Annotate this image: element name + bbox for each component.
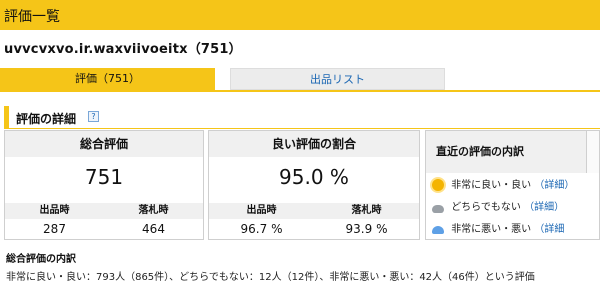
overall-rating-box: 総合評価 751 出品時 287 落札時 464 (4, 130, 204, 240)
details-link[interactable]: （詳細 (534, 224, 564, 235)
page-header: 評価一覧 (0, 0, 600, 30)
section-divider (4, 128, 600, 129)
tab-bar: 評価（751） 出品リスト (0, 68, 600, 90)
recent-row-neutral: どちらでもない （詳細） (432, 199, 597, 217)
good-ratio-heading: 良い評価の割合 (209, 131, 419, 157)
good-ratio-box: 良い評価の割合 95.0 % 出品時 96.7 % 落札時 93.9 % (208, 130, 420, 240)
recent-row-label: 非常に悪い・悪い (451, 224, 532, 235)
seller-value: 287 (43, 222, 66, 236)
help-icon[interactable]: ? (88, 111, 99, 122)
tab-underline (0, 90, 600, 92)
seller-value: 96.7 % (240, 222, 283, 236)
summary-text: 非常に良い・良い：793人（865件）、どちらでもない：12人（12件）、非常に… (6, 272, 535, 283)
summary-title: 総合評価の内訳 (6, 254, 76, 265)
good-ratio-seller: 出品時 96.7 % (209, 203, 314, 239)
buyer-label: 落札時 (104, 203, 203, 219)
cloud-icon (432, 205, 444, 213)
overall-rating-seller: 出品時 287 (5, 203, 104, 239)
overall-rating-heading: 総合評価 (5, 131, 203, 157)
page-title: 評価一覧 (4, 9, 60, 25)
details-link[interactable]: （詳細） (534, 180, 574, 191)
user-id-with-count: uvvcvxvo.ir.waxviivoeitx（751） (4, 42, 242, 57)
recent-row-label: 非常に良い・良い (451, 180, 532, 191)
recent-breakdown-heading: 直近の評価の内訳 (426, 131, 599, 173)
rain-icon (432, 226, 444, 234)
buyer-value: 93.9 % (345, 222, 388, 236)
good-ratio-value: 95.0 % (279, 165, 349, 189)
buyer-label: 落札時 (314, 203, 419, 219)
tab-ratings[interactable]: 評価（751） (0, 68, 215, 90)
seller-label: 出品時 (5, 203, 104, 219)
tab-listings[interactable]: 出品リスト (230, 68, 445, 90)
seller-label: 出品時 (209, 203, 314, 219)
sun-icon (432, 179, 444, 191)
section-accent-bar (4, 106, 9, 128)
overall-rating-value: 751 (84, 165, 124, 189)
good-ratio-buyer: 落札時 93.9 % (314, 203, 419, 239)
recent-row-bad: 非常に悪い・悪い （詳細 (432, 221, 597, 239)
recent-row-label: どちらでもない (451, 202, 521, 213)
details-link[interactable]: （詳細） (524, 202, 564, 213)
buyer-value: 464 (142, 222, 165, 236)
section-title: 評価の詳細 (16, 112, 77, 126)
recent-row-good: 非常に良い・良い （詳細） (432, 177, 597, 195)
overall-rating-buyer: 落札時 464 (104, 203, 203, 239)
recent-breakdown-box: 直近の評価の内訳 非常に良い・良い （詳細） どちらでもない （詳細） 非常に悪… (425, 130, 600, 240)
